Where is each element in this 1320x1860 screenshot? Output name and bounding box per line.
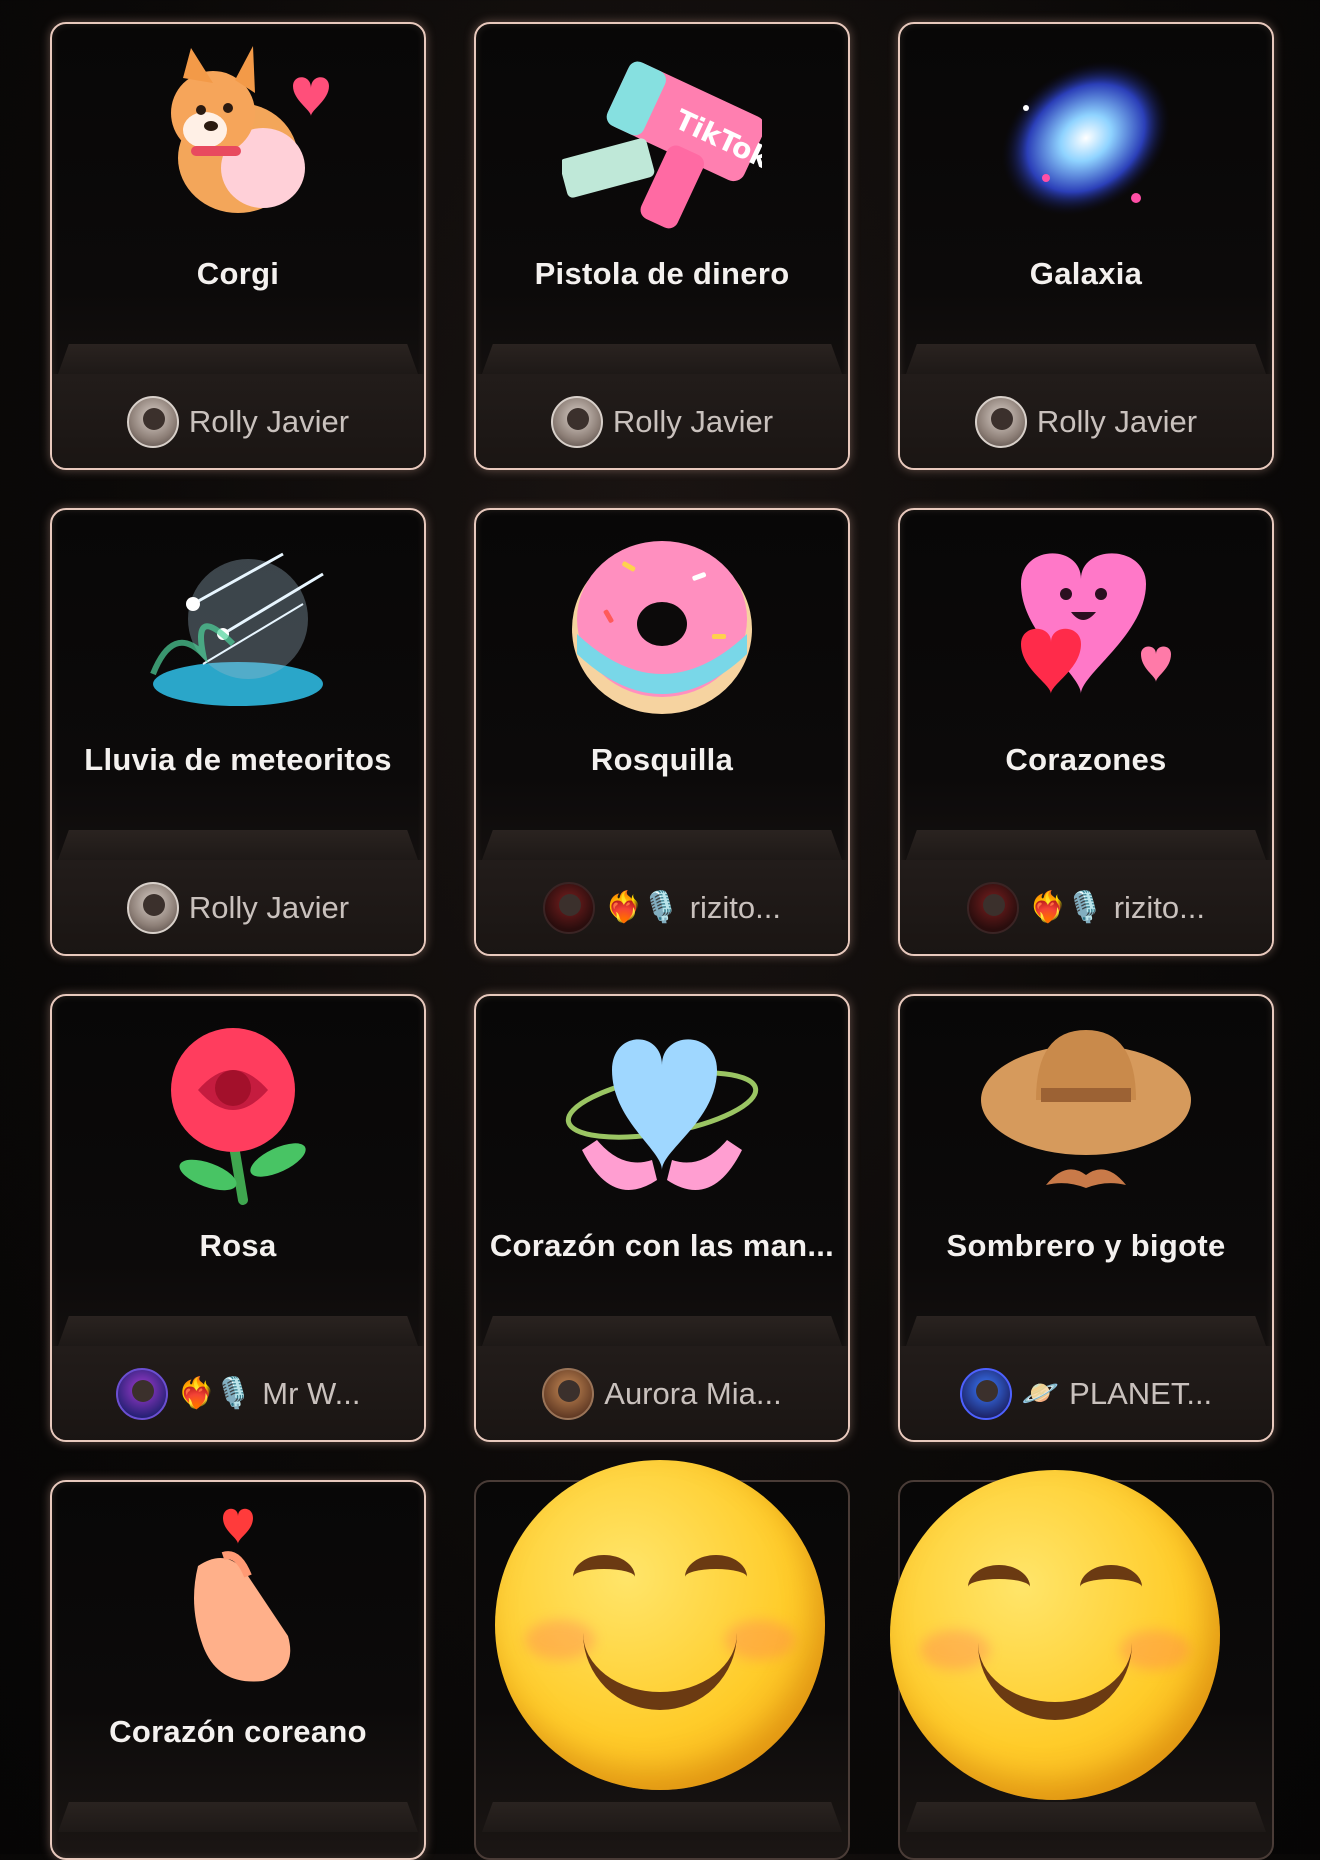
gift-card-galaxy[interactable]: Galaxia Rolly Javier [898,22,1274,470]
sender-row[interactable]: Rolly Javier [476,374,848,468]
shelf [482,344,842,374]
gift-card-donut[interactable]: Rosquilla ❤️‍🔥🎙️ rizito... [474,508,850,956]
avatar [959,1368,1012,1420]
gift-name: Rosquilla [590,742,734,777]
gift-name: Corgi [196,256,280,291]
sender-emojis: 🪐 [1021,1377,1060,1410]
sender-name: rizito... [1113,890,1205,925]
sender-row[interactable]: Aurora Mia... [476,1346,848,1440]
avatar [115,1368,168,1420]
sender-row[interactable]: ❤️‍🔥🎙️ Mr W... [52,1346,424,1440]
shelf [58,344,418,374]
sender-emojis: ❤️‍🔥🎙️ [177,1377,253,1410]
gift-name: Corazón con las man... [489,1228,835,1263]
donut-icon [476,524,848,724]
avatar [966,882,1019,934]
sender-row[interactable]: 🪐 PLANET... [900,1346,1272,1440]
shelf [58,1316,418,1346]
hat-mustache-icon [900,1010,1272,1210]
shelf [906,1316,1266,1346]
smiling-face-emoji [890,1470,1220,1800]
sender-emojis: ❤️‍🔥🎙️ [604,891,680,924]
gift-name: Rosa [199,1228,277,1263]
shelf [906,344,1266,374]
gift-name: Galaxia [1029,256,1143,291]
corgi-icon [52,38,424,238]
sender-name: Rolly Javier [1036,404,1198,439]
gift-card-korean-heart[interactable]: Corazón coreano [50,1480,426,1860]
heart-hands-icon [476,1010,848,1210]
sender-row[interactable]: ❤️‍🔥🎙️ rizito... [900,860,1272,954]
gift-card-heart-hands[interactable]: Corazón con las man... Aurora Mia... [474,994,850,1442]
avatar [542,882,595,934]
gift-card-hearts[interactable]: Corazones ❤️‍🔥🎙️ rizito... [898,508,1274,956]
avatar [974,396,1027,448]
shelf [906,1802,1266,1832]
sender-name: Rolly Javier [188,890,350,925]
shelf [482,1316,842,1346]
avatar [126,882,179,934]
money-gun-icon: TikTok [476,38,848,238]
gift-card-hat-mustache[interactable]: Sombrero y bigote 🪐 PLANET... [898,994,1274,1442]
shelf [58,1802,418,1832]
sender-name: Aurora Mia... [604,1376,782,1411]
gift-name: Corazón coreano [109,1714,367,1749]
avatar [542,1368,595,1420]
gift-card-money-gun[interactable]: TikTok Pistola de dinero Rolly Javier [474,22,850,470]
smiling-face-emoji [495,1460,825,1790]
sender-row[interactable]: Rolly Javier [52,860,424,954]
sender-name: Rolly Javier [188,404,350,439]
gift-name: Lluvia de meteoritos [84,742,392,777]
avatar [550,396,603,448]
korean-heart-icon [52,1496,424,1696]
gift-card-rose[interactable]: Rosa ❤️‍🔥🎙️ Mr W... [50,994,426,1442]
gift-card-corgi[interactable]: Corgi Rolly Javier [50,22,426,470]
gift-name: Sombrero y bigote [946,1228,1226,1263]
meteor-shower-icon [52,524,424,724]
shelf [58,830,418,860]
sender-row[interactable]: Rolly Javier [52,374,424,468]
sender-name: PLANET... [1069,1376,1213,1411]
sender-row[interactable]: Rolly Javier [900,374,1272,468]
sender-name: Mr W... [262,1376,361,1411]
sender-row[interactable]: ❤️‍🔥🎙️ rizito... [476,860,848,954]
sender-name: Rolly Javier [612,404,774,439]
gift-card-meteor-shower[interactable]: Lluvia de meteoritos Rolly Javier [50,508,426,956]
shelf [906,830,1266,860]
sender-emojis: ❤️‍🔥🎙️ [1028,891,1104,924]
rose-icon [52,1010,424,1210]
shelf [482,830,842,860]
galaxy-icon [900,38,1272,238]
gift-name: Corazones [1005,742,1167,777]
gift-name: Pistola de dinero [534,256,790,291]
sender-name: rizito... [689,890,781,925]
hearts-icon [900,524,1272,724]
avatar [126,396,179,448]
shelf [482,1802,842,1832]
